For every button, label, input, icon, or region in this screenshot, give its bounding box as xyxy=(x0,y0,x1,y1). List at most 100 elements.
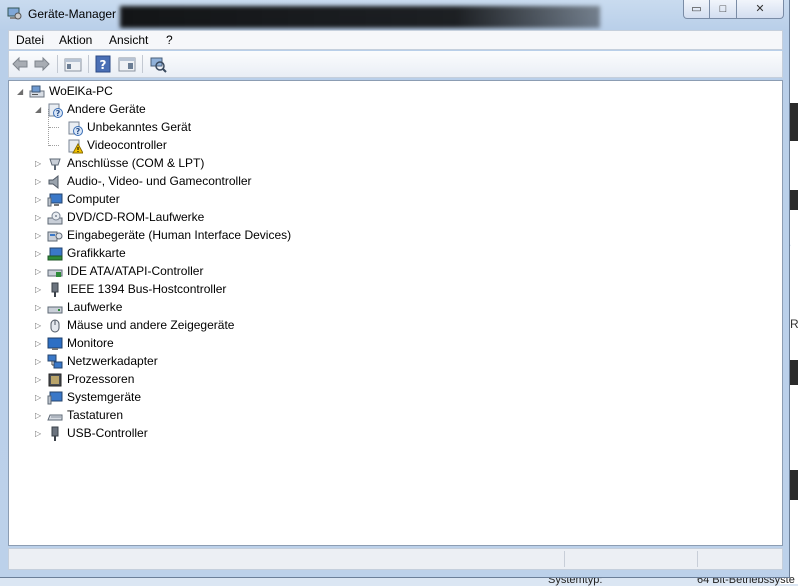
maximize-icon: □ xyxy=(719,3,727,15)
toolbar: ? xyxy=(8,51,783,78)
tree-label: Unbekanntes Gerät xyxy=(87,120,192,134)
properties-pane-icon[interactable] xyxy=(118,55,136,73)
back-arrow-icon[interactable] xyxy=(11,55,29,73)
forward-arrow-icon[interactable] xyxy=(33,55,51,73)
tree-category-dvd[interactable]: ▷ DVD/CD-ROM-Laufwerke xyxy=(35,209,435,227)
device-manager-icon xyxy=(7,7,22,20)
tree-category-network[interactable]: ▷ Netzwerkadapter xyxy=(35,353,435,371)
expand-icon[interactable]: ▷ xyxy=(35,394,43,402)
tree-label: Monitore xyxy=(67,336,114,350)
minimize-icon: ▭ xyxy=(691,3,702,15)
monitor-icon xyxy=(47,193,63,207)
title-bar-shadow xyxy=(120,6,600,28)
tree-root-label: WoElKa-PC xyxy=(49,84,113,98)
collapse-icon[interactable]: ◢ xyxy=(35,106,43,114)
close-button[interactable]: ✕ xyxy=(736,0,784,19)
device-tree[interactable]: ◢ WoElKa-PC ◢ ? Andere Geräte ? Unbekann… xyxy=(8,80,783,546)
tree-label: Mäuse und andere Zeigegeräte xyxy=(67,318,235,332)
tree-label: DVD/CD-ROM-Laufwerke xyxy=(67,210,205,224)
status-cell xyxy=(564,551,565,567)
graphics-card-icon xyxy=(47,247,63,261)
menu-ansicht[interactable]: Ansicht xyxy=(109,33,148,47)
tree-category-ports[interactable]: ▷ Anschlüsse (COM & LPT) xyxy=(35,155,435,173)
tree-category-monitors[interactable]: ▷ Monitore xyxy=(35,335,435,353)
window-title: Geräte-Manager xyxy=(28,7,117,21)
minimize-button[interactable]: ▭ xyxy=(683,0,710,19)
tree-device-unknown[interactable]: ? Unbekanntes Gerät xyxy=(55,119,355,137)
tree-label: Netzwerkadapter xyxy=(67,354,158,368)
scan-hardware-icon[interactable] xyxy=(149,55,167,73)
status-bar xyxy=(8,548,783,570)
expand-icon[interactable]: ▷ xyxy=(35,376,43,384)
expand-icon[interactable]: ▷ xyxy=(35,196,43,204)
menu-aktion[interactable]: Aktion xyxy=(59,33,92,47)
expand-icon[interactable]: ▷ xyxy=(35,322,43,330)
tree-category-other-devices[interactable]: ◢ ? Andere Geräte xyxy=(35,101,335,119)
expand-icon[interactable]: ▷ xyxy=(35,358,43,366)
tree-category-computer[interactable]: ▷ Computer xyxy=(35,191,435,209)
expand-icon[interactable]: ▷ xyxy=(35,214,43,222)
expand-icon[interactable]: ▷ xyxy=(35,160,43,168)
tree-root[interactable]: ◢ WoElKa-PC xyxy=(17,83,317,101)
usb-icon xyxy=(51,426,59,441)
collapse-icon[interactable]: ◢ xyxy=(17,88,25,96)
processor-icon xyxy=(48,373,62,387)
tree-category-ieee1394[interactable]: ▷ IEEE 1394 Bus-Hostcontroller xyxy=(35,281,435,299)
system-device-icon xyxy=(47,391,63,405)
expand-icon[interactable]: ▷ xyxy=(35,286,43,294)
tree-category-audio[interactable]: ▷ Audio-, Video- und Gamecontroller xyxy=(35,173,435,191)
tree-category-system[interactable]: ▷ Systemgeräte xyxy=(35,389,435,407)
unknown-device-icon: ? xyxy=(48,103,63,118)
tree-category-keyboards[interactable]: ▷ Tastaturen xyxy=(35,407,435,425)
close-icon: ✕ xyxy=(755,3,765,15)
status-cell xyxy=(697,551,698,567)
dvd-drive-icon xyxy=(47,211,63,225)
expand-icon[interactable]: ▷ xyxy=(35,268,43,276)
tree-label: Eingabegeräte (Human Interface Devices) xyxy=(67,228,292,242)
network-adapter-icon xyxy=(47,354,63,369)
tree-label: IEEE 1394 Bus-Hostcontroller xyxy=(67,282,227,296)
show-hide-tree-icon[interactable] xyxy=(64,55,82,73)
firewire-icon xyxy=(51,282,59,297)
menu-datei[interactable]: Datei xyxy=(16,33,44,47)
background-text: R xyxy=(790,317,798,331)
tree-category-processors[interactable]: ▷ Prozessoren xyxy=(35,371,435,389)
tree-label: Grafikkarte xyxy=(67,246,126,260)
expand-icon[interactable]: ▷ xyxy=(35,304,43,312)
disk-drive-icon xyxy=(47,306,63,314)
toolbar-separator xyxy=(142,55,143,73)
tree-category-ide[interactable]: ▷ IDE ATA/ATAPI-Controller xyxy=(35,263,435,281)
tree-category-usb[interactable]: ▷ USB-Controller xyxy=(35,425,435,443)
expand-icon[interactable]: ▷ xyxy=(35,232,43,240)
menu-help[interactable]: ? xyxy=(166,33,173,47)
monitor-icon xyxy=(47,337,63,350)
expand-icon[interactable]: ▷ xyxy=(35,250,43,258)
tree-category-drives[interactable]: ▷ Laufwerke xyxy=(35,299,435,317)
tree-device-videocontroller[interactable]: Videocontroller xyxy=(55,137,355,155)
tree-category-hid[interactable]: ▷ Eingabegeräte (Human Interface Devices… xyxy=(35,227,435,245)
tree-category-graphics[interactable]: ▷ Grafikkarte xyxy=(35,245,435,263)
svg-text:?: ? xyxy=(76,127,81,136)
warning-device-icon xyxy=(68,139,83,154)
tree-category-mice[interactable]: ▷ Mäuse und andere Zeigegeräte xyxy=(35,317,435,335)
help-icon[interactable]: ? xyxy=(94,55,112,73)
title-bar[interactable]: Geräte-Manager ▭ □ ✕ xyxy=(0,0,790,28)
expand-icon[interactable]: ▷ xyxy=(35,430,43,438)
expand-icon[interactable]: ▷ xyxy=(35,340,43,348)
input-device-icon xyxy=(47,231,63,242)
speaker-icon xyxy=(48,174,59,190)
tree-label: Audio-, Video- und Gamecontroller xyxy=(67,174,252,188)
svg-text:?: ? xyxy=(56,109,61,118)
expand-icon[interactable]: ▷ xyxy=(35,412,43,420)
tree-label: Anschlüsse (COM & LPT) xyxy=(67,156,205,170)
maximize-button[interactable]: □ xyxy=(709,0,737,19)
keyboard-icon xyxy=(47,414,63,421)
tree-label: Laufwerke xyxy=(67,300,123,314)
unknown-device-icon: ? xyxy=(68,121,83,136)
tree-label: IDE ATA/ATAPI-Controller xyxy=(67,264,204,278)
mouse-icon xyxy=(50,319,60,333)
tree-label: Systemgeräte xyxy=(67,390,142,404)
expand-icon[interactable]: ▷ xyxy=(35,178,43,186)
computer-icon xyxy=(29,85,45,98)
tree-label: USB-Controller xyxy=(67,426,148,440)
